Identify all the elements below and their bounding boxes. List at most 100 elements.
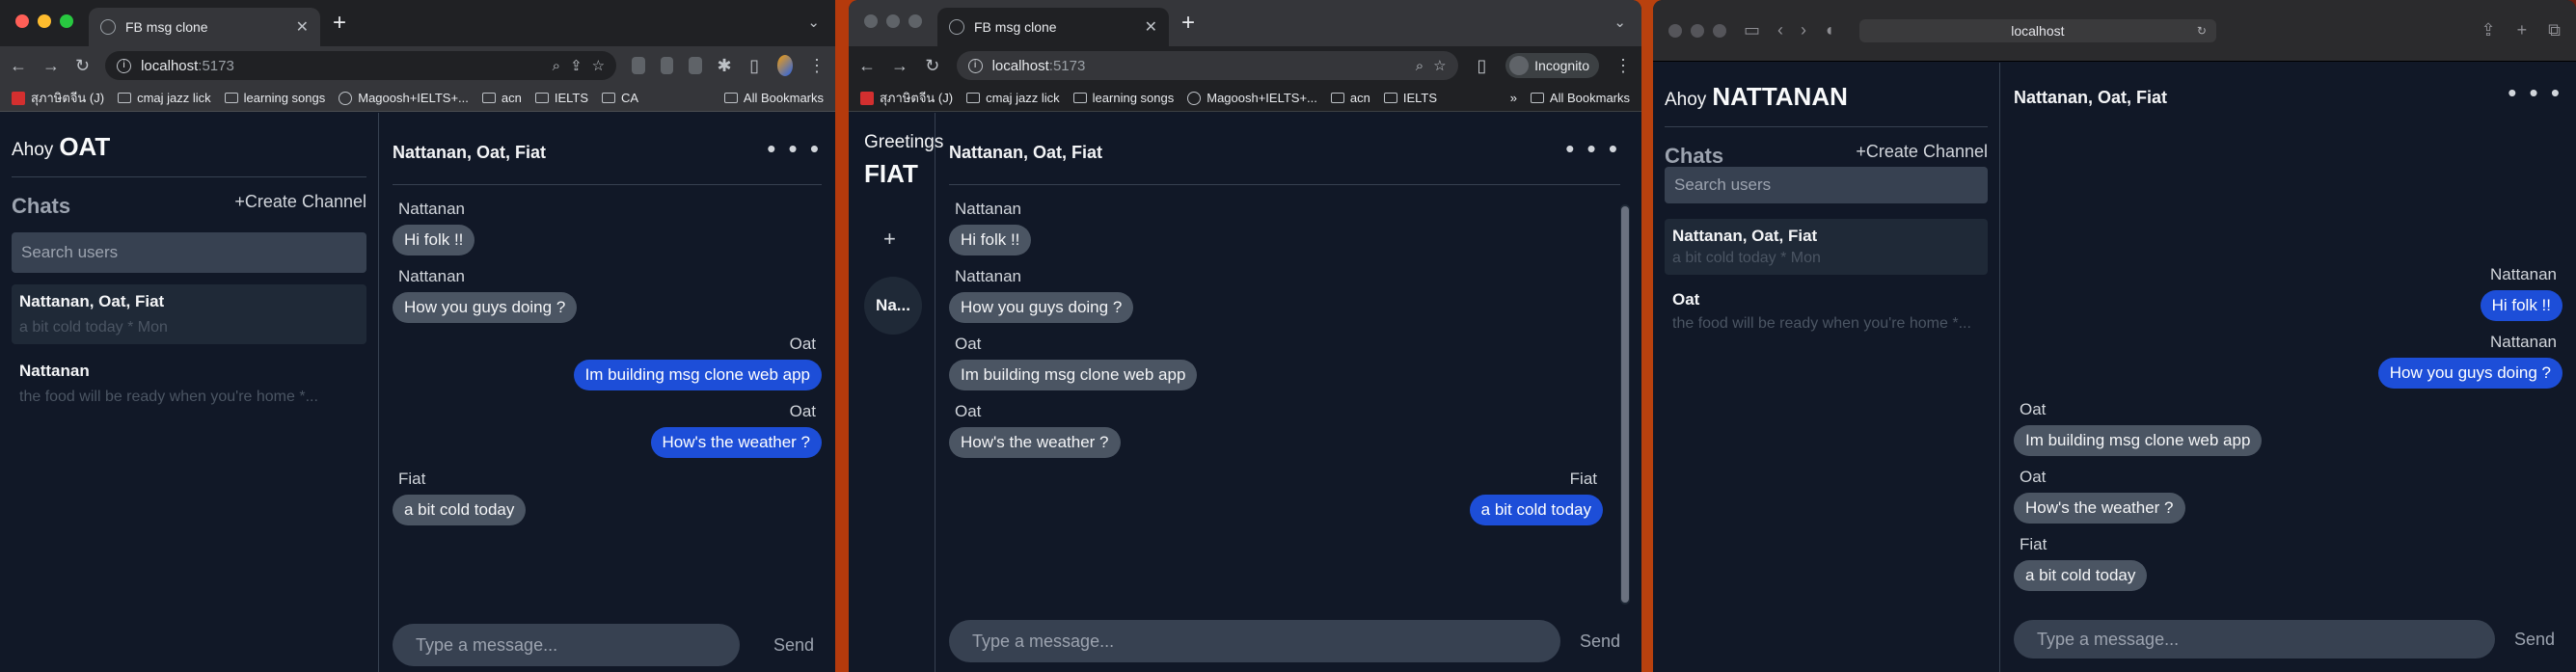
chat-list-item[interactable]: Oat the food will be ready when you're h… <box>1665 282 1988 340</box>
extension-icon[interactable] <box>632 57 645 74</box>
minimize-window-button[interactable] <box>38 14 51 28</box>
search-users-input[interactable] <box>1665 167 1988 203</box>
address-bar[interactable]: localhost ↻ <box>1858 18 2216 42</box>
zoom-icon[interactable]: ⌕ <box>1416 58 1424 74</box>
tab-search-chevron-icon[interactable]: ⌄ <box>807 13 820 31</box>
site-info-icon[interactable]: i <box>117 58 132 73</box>
back-icon[interactable]: ← <box>858 56 876 76</box>
side-panel-icon[interactable]: ▯ <box>747 56 762 76</box>
forward-icon[interactable]: → <box>891 56 908 76</box>
send-button[interactable]: Send <box>773 635 822 656</box>
send-button[interactable]: Send <box>1580 632 1628 652</box>
tab-overview-icon[interactable]: ⧉ <box>2548 20 2561 40</box>
back-icon[interactable]: ‹ <box>1777 20 1783 40</box>
address-bar[interactable]: i localhost:5173 ⌕ ⇪ ☆ <box>105 51 617 80</box>
zoom-icon[interactable]: ⌕ <box>553 58 560 74</box>
all-bookmarks-folder[interactable]: All Bookmarks <box>1530 91 1630 105</box>
share-icon[interactable]: ⇪ <box>570 57 583 74</box>
forward-icon[interactable]: › <box>1801 20 1806 40</box>
close-window-button[interactable] <box>864 14 878 28</box>
tab-fb-msg-clone[interactable]: FB msg clone ✕ <box>937 8 1169 46</box>
scrollbar-thumb[interactable] <box>1621 206 1629 603</box>
reload-icon[interactable]: ↻ <box>2197 24 2207 38</box>
new-tab-button[interactable]: + <box>333 10 346 37</box>
bookmark-folder[interactable]: cmaj jazz lick <box>966 91 1060 105</box>
forward-icon[interactable]: → <box>42 56 60 76</box>
chat-list-item[interactable]: Nattanan, Oat, Fiat a bit cold today * M… <box>1665 219 1988 275</box>
bookmark-folder[interactable]: learning songs <box>224 91 325 105</box>
zoom-window-button[interactable] <box>60 14 73 28</box>
profile-avatar-icon[interactable] <box>776 55 793 76</box>
message-scrollbar[interactable] <box>1620 204 1630 605</box>
greeting: Ahoy NATTANAN <box>1665 82 1848 112</box>
message-input[interactable] <box>2014 620 2495 659</box>
minimize-window-button[interactable] <box>1691 23 1704 38</box>
bookmark-star-icon[interactable]: ☆ <box>1433 57 1446 74</box>
bookmark-star-icon[interactable]: ☆ <box>592 57 605 74</box>
chat-list-item[interactable]: Nattanan, Oat, Fiat a bit cold today * M… <box>12 284 366 344</box>
tab-search-chevron-icon[interactable]: ⌄ <box>1613 13 1626 31</box>
side-panel-icon[interactable]: ▯ <box>1474 56 1491 76</box>
globe-icon <box>1187 91 1202 105</box>
new-tab-button[interactable]: + <box>1181 10 1195 37</box>
bookmark-folder[interactable]: IELTS <box>534 91 588 105</box>
bookmark-folder[interactable]: learning songs <box>1072 91 1174 105</box>
extensions-puzzle-icon[interactable]: ✱ <box>718 56 732 76</box>
create-channel-button[interactable]: + <box>883 227 896 252</box>
message-input[interactable] <box>393 624 740 666</box>
incognito-icon <box>1509 56 1530 75</box>
message-bubble: a bit cold today <box>393 495 527 525</box>
bookmark-folder[interactable]: CA <box>602 91 638 105</box>
menu-kebab-icon[interactable]: ⋮ <box>1614 56 1632 76</box>
conversation-title: Nattanan, Oat, Fiat <box>2014 88 2168 107</box>
back-icon[interactable]: ← <box>10 56 27 76</box>
extension-icon[interactable] <box>689 57 702 74</box>
folder-icon <box>534 93 549 103</box>
reload-icon[interactable]: ↻ <box>924 56 941 76</box>
more-options-icon[interactable]: • • • <box>767 134 822 164</box>
more-options-icon[interactable]: • • • <box>2508 78 2562 108</box>
bookmark-folder[interactable]: cmaj jazz lick <box>118 91 211 105</box>
close-tab-icon[interactable]: ✕ <box>1145 17 1157 37</box>
bookmark-folder[interactable]: IELTS <box>1383 91 1437 105</box>
message: Oat How's the weather ? <box>949 402 1603 458</box>
sidebar-toggle-icon[interactable]: ▭ <box>1744 20 1760 40</box>
menu-kebab-icon[interactable]: ⋮ <box>808 56 826 76</box>
new-tab-icon[interactable]: + <box>2517 20 2528 40</box>
bookmark-item[interactable]: สุภาษิตจีน (J) <box>860 88 953 108</box>
message-input[interactable] <box>949 620 1560 662</box>
all-bookmarks-folder[interactable]: All Bookmarks <box>723 91 824 105</box>
vpn-extension-icon[interactable] <box>660 57 674 74</box>
create-channel-button[interactable]: +Create Channel <box>1856 142 1988 162</box>
channel-avatar[interactable]: Na... <box>864 277 922 335</box>
bookmark-item[interactable]: Magoosh+IELTS+... <box>339 91 469 105</box>
share-icon[interactable]: ⇪ <box>2481 20 2496 40</box>
window-controls <box>15 14 73 28</box>
bookmarks-bar: สุภาษิตจีน (J) cmaj jazz lick learning s… <box>849 85 1641 112</box>
message: Nattanan How you guys doing ? <box>949 267 1603 323</box>
close-tab-icon[interactable]: ✕ <box>296 17 309 37</box>
address-bar[interactable]: i localhost:5173 ⌕ ☆ <box>956 51 1458 80</box>
create-channel-button[interactable]: +Create Channel <box>234 192 366 212</box>
username: OAT <box>59 132 111 161</box>
incognito-badge[interactable]: Incognito <box>1505 53 1599 78</box>
bookmark-folder[interactable]: acn <box>481 91 522 105</box>
privacy-shield-icon[interactable]: ◖ <box>1824 20 1834 40</box>
zoom-window-button[interactable] <box>1713 23 1726 38</box>
bookmark-folder[interactable]: acn <box>1330 91 1370 105</box>
more-options-icon[interactable]: • • • <box>1565 134 1620 164</box>
close-window-button[interactable] <box>15 14 29 28</box>
bookmarks-overflow-icon[interactable]: » <box>1510 91 1517 105</box>
chat-list-item[interactable]: Nattanan the food will be ready when you… <box>12 354 366 414</box>
tab-fb-msg-clone[interactable]: FB msg clone ✕ <box>89 8 320 46</box>
search-users-input[interactable] <box>12 232 366 273</box>
minimize-window-button[interactable] <box>886 14 900 28</box>
close-window-button[interactable] <box>1668 23 1682 38</box>
zoom-window-button[interactable] <box>908 14 922 28</box>
bookmark-item[interactable]: สุภาษิตจีน (J) <box>12 88 104 108</box>
send-button[interactable]: Send <box>2514 630 2562 650</box>
site-info-icon[interactable]: i <box>967 58 983 73</box>
reload-icon[interactable]: ↻ <box>75 56 90 76</box>
message-bubble: a bit cold today <box>1469 495 1603 525</box>
bookmark-item[interactable]: Magoosh+IELTS+... <box>1187 91 1317 105</box>
